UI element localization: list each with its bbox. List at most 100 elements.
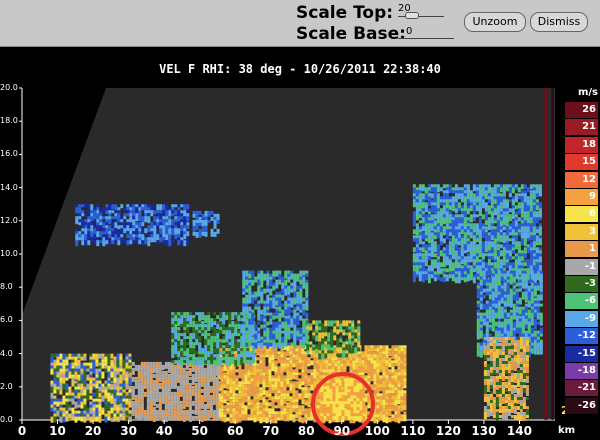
echo-cell [95,398,99,402]
echo-cell [256,381,260,388]
echo-cell [110,377,114,382]
echo-cell [499,229,503,233]
echo-cell [337,366,341,370]
echo-cell [203,376,207,380]
echo-cell [107,359,111,365]
echo-cell [379,363,383,367]
echo-cell [481,265,485,269]
echo-cell [385,408,389,412]
echo-cell [333,347,337,351]
echo-cell [493,220,497,224]
echo-cell [140,415,144,419]
echo-cell [508,244,512,248]
echo-cell [415,187,419,191]
echo-cell [254,303,258,307]
radar-rhi-plot[interactable] [0,0,600,440]
echo-cell [108,219,112,225]
echo-cell [457,250,461,254]
echo-cell [274,387,278,391]
echo-cell [292,390,296,394]
echo-cell [457,241,461,246]
echo-cell [188,376,192,380]
echo-cell [186,240,190,245]
echo-cell [278,306,282,312]
echo-cell [185,364,189,370]
echo-cell [460,259,464,265]
echo-cell [262,417,266,423]
echo-cell [347,380,351,387]
echo-cell [253,411,257,415]
echo-cell [237,330,241,334]
echo-cell [299,309,303,313]
echo-cell [183,234,187,240]
echo-cell [327,353,331,360]
echo-cell [68,395,72,399]
echo-cell [259,417,263,424]
echo-cell [147,225,151,229]
echo-cell [132,237,136,241]
echo-cell [177,321,181,327]
echo-cell [80,404,84,409]
echo-cell [171,327,175,334]
echo-cell [126,204,130,208]
echo-cell [250,384,254,391]
echo-cell [204,327,208,331]
echo-cell [463,190,467,194]
echo-cell [242,336,246,340]
echo-cell [203,415,207,421]
echo-cell [71,380,75,387]
echo-cell [262,366,266,373]
echo-cell [421,253,425,257]
echo-cell [475,238,479,243]
echo-cell [110,413,114,418]
echo-cell [388,408,392,412]
echo-cell [329,383,333,387]
echo-cell [508,184,512,188]
echo-cell [266,288,270,293]
echo-cell [265,354,269,358]
echo-cell [499,238,503,243]
echo-cell [98,386,102,392]
echo-cell [56,410,60,417]
echo-cell [487,235,491,239]
echo-cell [334,357,338,361]
echo-cell [186,318,190,322]
echo-cell [397,351,401,355]
echo-cell [262,390,266,396]
echo-cell [135,216,139,222]
echo-cell [183,351,187,357]
echo-cell [110,389,114,394]
echo-cell [302,303,306,307]
echo-cell [272,315,276,320]
echo-cell [107,392,111,399]
echo-cell [105,210,109,215]
echo-cell [223,414,227,418]
echo-cell [352,360,356,364]
echo-cell [248,300,252,304]
echo-cell [451,190,455,194]
echo-cell [472,265,476,269]
echo-cell [207,336,211,340]
echo-cell [226,417,230,422]
echo-cell [445,235,449,240]
echo-cell [244,366,248,373]
echo-cell [286,417,290,422]
echo-cell [68,413,72,419]
echo-cell [259,387,263,391]
echo-cell [228,351,232,358]
echo-cell [415,235,419,239]
echo-cell [147,228,151,233]
echo-cell [241,378,245,382]
echo-cell [185,415,189,420]
echo-cell [105,240,109,245]
echo-cell [327,332,331,339]
echo-cell [292,357,296,361]
echo-cell [128,380,132,386]
echo-cell [323,389,327,393]
echo-cell [110,353,114,359]
echo-cell [514,187,518,191]
echo-cell [490,229,494,233]
echo-cell [65,377,69,381]
echo-cell [466,259,470,263]
echo-cell [242,342,246,347]
